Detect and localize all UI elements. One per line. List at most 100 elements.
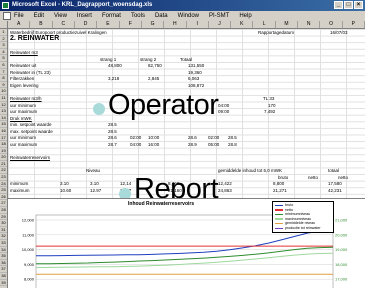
header-date: 16/07/03 [330, 30, 348, 35]
column-header[interactable]: A [8, 21, 31, 28]
column-header[interactable]: N [298, 21, 321, 28]
row-header-cell[interactable]: 39 [0, 280, 7, 287]
block1-title: Reinwater m3 [10, 50, 38, 55]
menu-view[interactable]: View [54, 13, 67, 19]
row-header-cell[interactable]: 29 [0, 214, 7, 221]
y2-tick-label: 20,000 [335, 232, 348, 237]
row-header-cell[interactable]: 14 [0, 115, 7, 122]
cell-value: 6,063 [188, 76, 200, 81]
row-header-cell[interactable]: 37 [0, 266, 7, 273]
chart-legend[interactable]: bruto netto minimumniveau maximumniveau gemi… [272, 201, 334, 233]
legend-swatch [275, 213, 283, 216]
column-headers: A B C D E F G H I J K L M N O P [0, 21, 365, 29]
row-header-cell[interactable]: 24 [0, 181, 7, 188]
row-header-cell[interactable]: 27 [0, 200, 7, 208]
row-header-cell[interactable]: 20 [0, 154, 7, 161]
row-header-cell[interactable]: 32 [0, 233, 7, 240]
window-title: Microsoft Excel - KRL_Dagrapport_woensda… [12, 2, 153, 8]
window-controls: _ □ × [334, 1, 363, 9]
cell-value: 04:00 [218, 103, 230, 108]
y-tick-label: 10,000 [22, 247, 35, 252]
row-header-cell[interactable]: 35 [0, 253, 7, 260]
row-header-cell[interactable]: 4 [0, 49, 7, 56]
minimize-button[interactable]: _ [334, 1, 343, 9]
row-header-cell[interactable]: 33 [0, 240, 7, 247]
column-header[interactable]: B [30, 21, 53, 28]
legend-item: productie tot reinwater [275, 226, 331, 231]
column-header[interactable]: I [187, 21, 209, 28]
row-header-cell[interactable]: 23 [0, 174, 7, 181]
menu-tools[interactable]: Tools [131, 13, 145, 19]
menu-edit[interactable]: Edit [34, 13, 44, 19]
row-uur-max-druk: uur maximum [10, 142, 38, 147]
column-header[interactable]: D [75, 21, 98, 28]
menu-window[interactable]: Window [178, 13, 199, 19]
column-header[interactable]: E [97, 21, 120, 28]
row-header-cell[interactable]: 5 [0, 55, 7, 62]
legend-swatch [275, 209, 283, 211]
row-header-cell[interactable]: 25 [0, 187, 7, 194]
row-header-cell[interactable]: 38 [0, 273, 7, 280]
column-header[interactable]: M [276, 21, 299, 28]
row-header-cell[interactable]: 1 [0, 29, 7, 36]
select-all-corner[interactable] [0, 21, 8, 28]
cell-value: 17,580 [328, 181, 342, 186]
row-header-cell[interactable]: 15 [0, 121, 7, 128]
row-header-cell[interactable]: 9 [0, 82, 7, 89]
column-header[interactable]: P [343, 21, 365, 28]
row-header-cell[interactable]: 7 [0, 69, 7, 76]
menu-pi-smt[interactable]: PI-SMT [209, 13, 229, 19]
row-header-cell[interactable]: 31 [0, 227, 7, 234]
row-header-cell[interactable]: 17 [0, 135, 7, 142]
column-header[interactable]: O [320, 21, 343, 28]
y-tick-label: 8,000 [24, 277, 35, 282]
row-header-cell[interactable]: 13 [0, 108, 7, 115]
column-header[interactable]: H [164, 21, 187, 28]
close-button[interactable]: × [354, 1, 363, 9]
row-header-cell[interactable]: 22 [0, 167, 7, 175]
row-maximum: maximum [10, 188, 30, 193]
row-header-cell[interactable]: 11 [0, 95, 7, 102]
cell-value: 3,218 [108, 76, 120, 81]
row-header-cell[interactable]: 3 [0, 42, 7, 49]
y2-tick-label: 19,000 [335, 247, 348, 252]
cell-value: 04:00 [130, 142, 142, 147]
overlay-title-operator: Operator [108, 89, 219, 121]
row-header-cell[interactable]: 10 [0, 88, 7, 95]
menu-data[interactable]: Data [155, 13, 168, 19]
column-header[interactable]: G [142, 21, 165, 28]
row-header-cell[interactable]: 8 [0, 75, 7, 82]
menu-insert[interactable]: Insert [77, 13, 92, 19]
row-header-cell[interactable]: 19 [0, 148, 7, 155]
column-header[interactable]: K [231, 21, 254, 28]
row-header-cell[interactable]: 26 [0, 194, 7, 201]
column-header[interactable]: L [253, 21, 276, 28]
excel-app-icon [2, 2, 9, 9]
menu-help[interactable]: Help [239, 13, 251, 19]
row-header-cell[interactable]: 30 [0, 220, 7, 227]
cell-value: 16:00 [148, 142, 160, 147]
workbook-icon[interactable] [3, 12, 11, 20]
menu-format[interactable]: Format [102, 13, 121, 19]
row-header-cell[interactable]: 28 [0, 207, 7, 214]
column-header[interactable]: J [209, 21, 232, 28]
row-header-cell[interactable]: 21 [0, 161, 7, 168]
cell-value: 05:00 [208, 142, 220, 147]
row-header-cell[interactable]: 6 [0, 62, 7, 69]
column-header[interactable]: F [120, 21, 142, 28]
cell-value: 82,750 [148, 63, 162, 68]
row-header-cell[interactable]: 16 [0, 128, 7, 135]
row-header-cell[interactable]: 18 [0, 141, 7, 148]
row-header-cell[interactable]: 12 [0, 102, 7, 109]
row-header-cell[interactable]: 34 [0, 247, 7, 254]
y2-tick-label: 17,000 [335, 277, 348, 282]
row-header-cell[interactable]: 36 [0, 260, 7, 267]
maximize-button[interactable]: □ [344, 1, 353, 9]
embedded-chart[interactable]: 12,000 21,000 11,000 20,000 10,000 19,000 9,00… [8, 198, 365, 288]
header-right-text: Rapportagedatum [258, 30, 295, 35]
row-header-cell[interactable]: 2 [0, 36, 7, 43]
cell-value: 131,550 [188, 63, 205, 68]
column-header[interactable]: C [53, 21, 75, 28]
menu-file[interactable]: File [14, 13, 24, 19]
cell-value: 28.7 [108, 142, 117, 147]
